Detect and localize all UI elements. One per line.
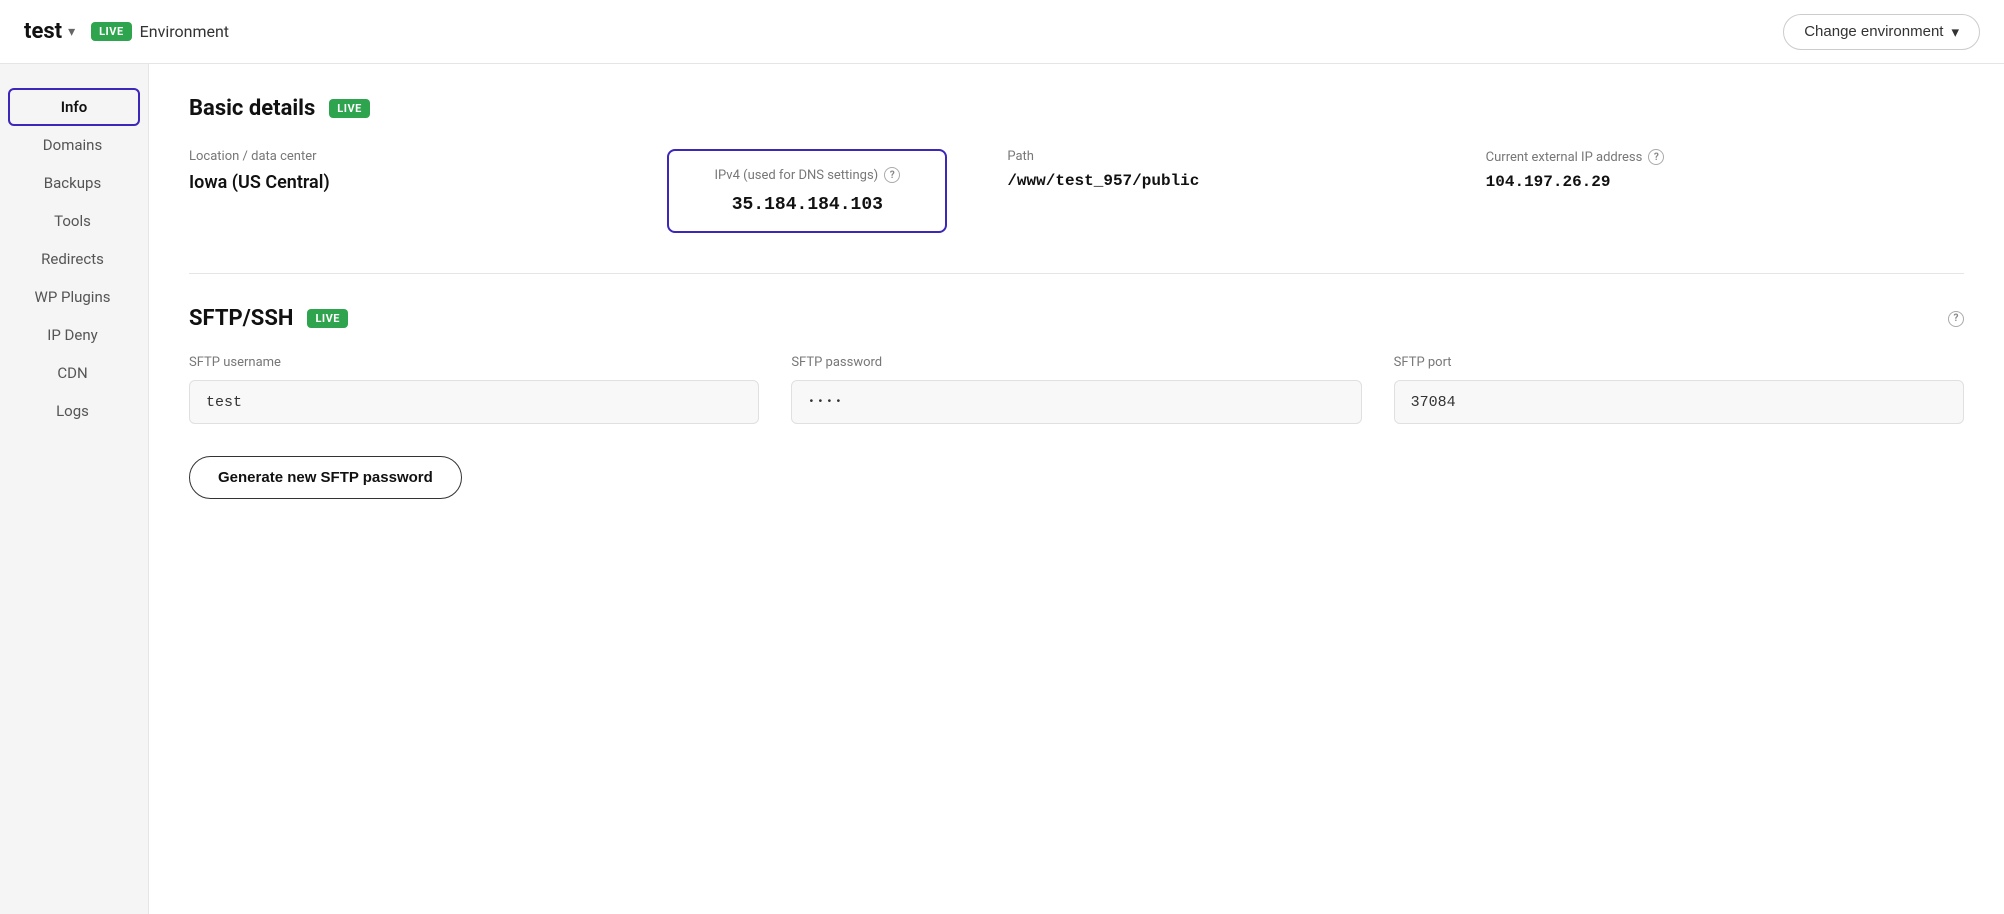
change-env-label: Change environment bbox=[1804, 23, 1943, 40]
path-value: /www/test_957/public bbox=[1007, 172, 1445, 190]
sidebar-item-info-label: Info bbox=[61, 98, 88, 116]
basic-details-live-badge: LIVE bbox=[329, 99, 370, 118]
external-ip-label-row: Current external IP address ? bbox=[1486, 149, 1924, 165]
sidebar-item-cdn[interactable]: CDN bbox=[0, 354, 148, 392]
location-label: Location / data center bbox=[189, 149, 627, 164]
external-ip-label: Current external IP address bbox=[1486, 150, 1643, 165]
basic-details-title: Basic details bbox=[189, 96, 315, 121]
sidebar-item-ip-deny[interactable]: IP Deny bbox=[0, 316, 148, 354]
external-ip-value: 104.197.26.29 bbox=[1486, 173, 1924, 191]
main-layout: Info Domains Backups Tools Redirects WP … bbox=[0, 64, 2004, 914]
sftp-port-value: 37084 bbox=[1394, 380, 1964, 424]
sidebar-item-tools-label: Tools bbox=[54, 212, 91, 230]
sftp-header-left: SFTP/SSH LIVE bbox=[189, 306, 356, 331]
sftp-live-badge: LIVE bbox=[307, 309, 348, 328]
sidebar: Info Domains Backups Tools Redirects WP … bbox=[0, 64, 148, 914]
external-ip-info-icon[interactable]: ? bbox=[1648, 149, 1664, 165]
generate-sftp-btn-label: Generate new SFTP password bbox=[218, 469, 433, 486]
sidebar-item-logs-label: Logs bbox=[56, 402, 89, 420]
generate-sftp-password-button[interactable]: Generate new SFTP password bbox=[189, 456, 462, 499]
topbar: test ▾ LIVE Environment Change environme… bbox=[0, 0, 2004, 64]
sidebar-item-wp-plugins[interactable]: WP Plugins bbox=[0, 278, 148, 316]
external-ip-col: Current external IP address ? 104.197.26… bbox=[1486, 149, 1964, 191]
sidebar-item-ip-deny-label: IP Deny bbox=[47, 326, 97, 344]
sftp-username-field: SFTP username test bbox=[189, 355, 759, 424]
sidebar-item-redirects[interactable]: Redirects bbox=[0, 240, 148, 278]
sftp-password-label: SFTP password bbox=[791, 355, 1361, 370]
location-col: Location / data center Iowa (US Central) bbox=[189, 149, 667, 193]
basic-details-grid: Location / data center Iowa (US Central)… bbox=[189, 149, 1964, 233]
location-value: Iowa (US Central) bbox=[189, 172, 627, 193]
topbar-live-badge: LIVE bbox=[91, 22, 132, 41]
sftp-header-row: SFTP/SSH LIVE ? bbox=[189, 306, 1964, 331]
sftp-info-icon[interactable]: ? bbox=[1948, 311, 1964, 327]
sftp-port-label: SFTP port bbox=[1394, 355, 1964, 370]
sftp-port-field: SFTP port 37084 bbox=[1394, 355, 1964, 424]
app-title: test bbox=[24, 19, 62, 44]
sftp-grid: SFTP username test SFTP password •••• SF… bbox=[189, 355, 1964, 424]
sidebar-item-wp-plugins-label: WP Plugins bbox=[35, 288, 111, 306]
sftp-password-field: SFTP password •••• bbox=[791, 355, 1361, 424]
sftp-password-value: •••• bbox=[791, 380, 1361, 424]
topbar-env-label: Environment bbox=[140, 22, 229, 41]
change-environment-button[interactable]: Change environment ▾ bbox=[1783, 14, 1980, 50]
section-divider bbox=[189, 273, 1964, 274]
sidebar-item-domains-label: Domains bbox=[43, 136, 102, 154]
sidebar-item-redirects-label: Redirects bbox=[41, 250, 104, 268]
app-title-chevron[interactable]: ▾ bbox=[68, 24, 75, 40]
sidebar-item-info[interactable]: Info bbox=[8, 88, 140, 126]
ipv4-label-row: IPv4 (used for DNS settings) ? bbox=[693, 167, 921, 183]
sftp-section-title: SFTP/SSH bbox=[189, 306, 293, 331]
sidebar-item-backups-label: Backups bbox=[44, 174, 101, 192]
path-label: Path bbox=[1007, 149, 1445, 164]
sftp-username-value: test bbox=[189, 380, 759, 424]
ipv4-box: IPv4 (used for DNS settings) ? 35.184.18… bbox=[667, 149, 947, 233]
sftp-password-dots: •••• bbox=[808, 397, 844, 408]
basic-details-header: Basic details LIVE bbox=[189, 96, 1964, 121]
sidebar-item-cdn-label: CDN bbox=[57, 364, 87, 382]
ipv4-label-text: IPv4 (used for DNS settings) bbox=[714, 168, 878, 183]
sidebar-item-backups[interactable]: Backups bbox=[0, 164, 148, 202]
main-content: Basic details LIVE Location / data cente… bbox=[148, 64, 2004, 914]
sidebar-item-tools[interactable]: Tools bbox=[0, 202, 148, 240]
ipv4-info-icon[interactable]: ? bbox=[884, 167, 900, 183]
sidebar-item-logs[interactable]: Logs bbox=[0, 392, 148, 430]
topbar-right: Change environment ▾ bbox=[1783, 14, 1980, 50]
ipv4-value: 35.184.184.103 bbox=[693, 195, 921, 215]
path-col: Path /www/test_957/public bbox=[1007, 149, 1485, 190]
change-env-chevron-icon: ▾ bbox=[1951, 23, 1959, 41]
sftp-username-label: SFTP username bbox=[189, 355, 759, 370]
sidebar-item-domains[interactable]: Domains bbox=[0, 126, 148, 164]
